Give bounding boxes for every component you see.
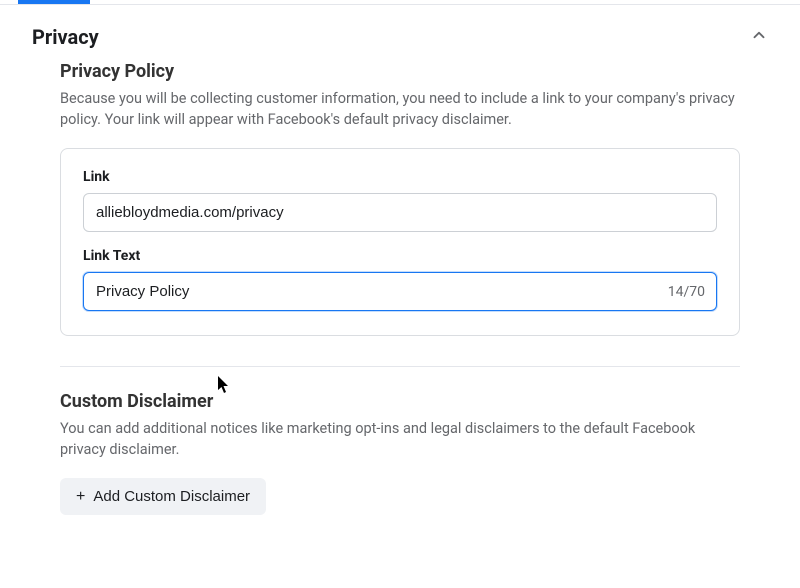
chevron-up-icon <box>750 26 768 48</box>
plus-icon: + <box>76 489 85 505</box>
link-input[interactable] <box>83 193 717 232</box>
add-custom-disclaimer-button[interactable]: + Add Custom Disclaimer <box>60 478 266 515</box>
privacy-policy-card: Link Link Text 14/70 <box>60 148 740 336</box>
privacy-policy-title: Privacy Policy <box>60 61 740 82</box>
link-text-input[interactable] <box>83 272 717 311</box>
section-title: Privacy <box>32 25 99 49</box>
custom-disclaimer-description: You can add additional notices like mark… <box>60 418 740 460</box>
privacy-section-header[interactable]: Privacy <box>0 5 800 61</box>
privacy-policy-description: Because you will be collecting customer … <box>60 88 740 130</box>
section-divider <box>60 366 740 367</box>
add-button-label: Add Custom Disclaimer <box>93 488 250 505</box>
link-label: Link <box>83 169 717 185</box>
link-text-label: Link Text <box>83 248 717 264</box>
custom-disclaimer-title: Custom Disclaimer <box>60 391 740 412</box>
